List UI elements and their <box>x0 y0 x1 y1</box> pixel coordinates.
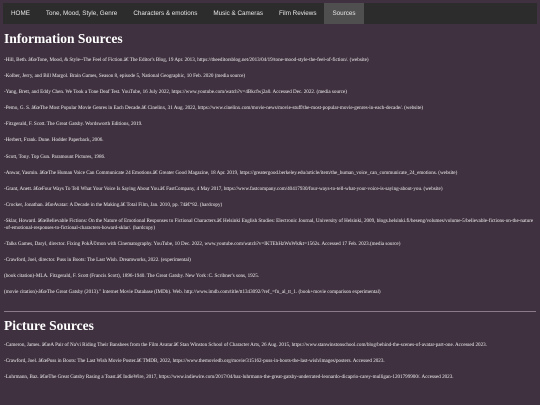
information-sources-list: -Hill, Beth. â€œTone, Mood, & Style--The… <box>4 57 534 296</box>
information-sources-section: Information Sources -Hill, Beth. â€œTone… <box>4 31 534 305</box>
reference-item: (book citation)-MLA. Fitzgerald, F. Scot… <box>4 273 260 280</box>
reference-item: -Hill, Beth. â€œTone, Mood, & Style--The… <box>4 57 369 63</box>
reference-item: -Grant, Anett. â€œFour Ways To Tell What… <box>4 185 443 192</box>
reference-item: -Fitzgerald, F. Scott. The Great Gatsby.… <box>4 121 143 128</box>
information-sources-heading: Information Sources <box>4 31 123 46</box>
reference-item: -Anwar, Yasmin. â€œThe Human Voice Can C… <box>4 169 458 176</box>
picture-sources-list: -Cameron, James. â€œA Pair of Na'vi Ridi… <box>4 342 534 381</box>
nav-film-reviews[interactable]: Film Reviews <box>271 3 324 24</box>
nav-characters-emotions[interactable]: Characters & emotions <box>125 3 205 24</box>
reference-item: -Herbert, Frank. Dune. Hodder Paperback,… <box>4 137 104 144</box>
reference-item: -Pemo, G. S. â€œThe Most Popular Movie G… <box>4 105 424 112</box>
reference-item: -Crawford, Joel, director. Puss in Boots… <box>4 257 191 264</box>
reference-item: -Scott, Tony. Top Gun. Paramount Picture… <box>4 153 106 160</box>
nav-music-cameras[interactable]: Music & Cameras <box>205 3 271 24</box>
top-navigation: HOME Tone, Mood, Style, Genre Characters… <box>3 3 537 24</box>
picture-sources-section: Picture Sources -Cameron, James. â€œA Pa… <box>4 318 534 390</box>
reference-item: -Crocker, Jonathan. â€œAvatar: A Decade … <box>4 201 223 208</box>
reference-item: -Crawford, Joel. â€œPuss in Boots: The L… <box>4 358 385 365</box>
reference-item: -Yang, Brett, and Eddy Chen. We Took a T… <box>4 89 347 96</box>
reference-item: -Luhrmann, Baz. â€œThe Great Gatsby Rasi… <box>4 374 454 381</box>
reference-item: -Talks Games, Daryl, director. Fixing Po… <box>4 240 401 247</box>
reference-item: -Sklar, Howard. â€œBelievable Fictions: … <box>4 217 534 231</box>
nav-home[interactable]: HOME <box>3 3 38 24</box>
nav-tone-mood-style-genre[interactable]: Tone, Mood, Style, Genre <box>38 3 125 24</box>
nav-sources[interactable]: Sources <box>324 3 364 24</box>
picture-sources-heading: Picture Sources <box>4 318 94 333</box>
reference-item: -Kolber, Jerry, and Bill Margol. Brain G… <box>4 73 246 80</box>
reference-item: (movie citation)-â€œThe Great Gatsby (20… <box>4 289 381 296</box>
section-divider <box>4 311 536 312</box>
reference-item: -Cameron, James. â€œA Pair of Na'vi Ridi… <box>4 342 487 348</box>
